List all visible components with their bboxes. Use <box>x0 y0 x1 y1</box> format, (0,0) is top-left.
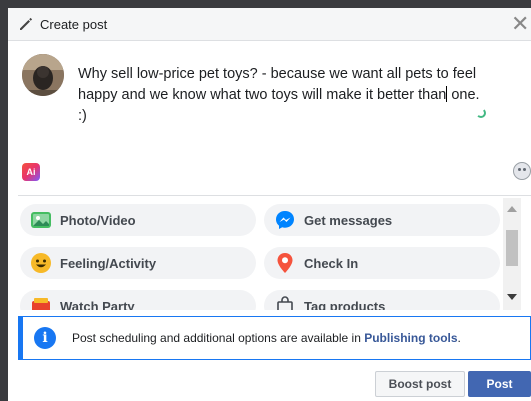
post-text-input[interactable]: Why sell low-price pet toys? - because w… <box>78 64 518 127</box>
post-button[interactable]: Post <box>468 371 531 397</box>
option-label: Check In <box>304 255 359 271</box>
boost-post-button[interactable]: Boost post <box>375 371 465 397</box>
post-text-line-2b: one. <box>451 87 480 103</box>
info-suffix: . <box>457 331 461 345</box>
option-label: Watch Party <box>60 298 135 311</box>
post-options-grid: Photo/Video Get messages Feeling/Activit… <box>8 198 508 310</box>
info-icon: i <box>34 327 56 349</box>
option-get-messages[interactable]: Get messages <box>264 204 500 236</box>
post-text-line-3: :) <box>78 108 87 124</box>
dialog-header: Create post ✕ <box>8 8 531 41</box>
smiley-icon <box>30 252 52 274</box>
scroll-up-icon[interactable] <box>507 206 517 212</box>
shopping-bag-icon <box>274 295 296 310</box>
close-icon[interactable]: ✕ <box>511 12 531 36</box>
info-text: Post scheduling and additional options a… <box>72 331 461 345</box>
composer-tools: Ai <box>8 158 531 194</box>
scroll-down-icon[interactable] <box>507 294 517 300</box>
pencil-icon <box>18 16 34 32</box>
messenger-icon <box>274 209 296 231</box>
publishing-info-banner: i Post scheduling and additional options… <box>18 316 531 360</box>
location-pin-icon <box>274 252 296 274</box>
option-label: Tag products <box>304 298 386 311</box>
option-label: Photo/Video <box>60 212 136 228</box>
option-photo-video[interactable]: Photo/Video <box>20 204 256 236</box>
option-tag-products[interactable]: Tag products <box>264 290 500 310</box>
emoji-icon[interactable] <box>513 162 531 180</box>
app-icon[interactable]: Ai <box>22 163 40 181</box>
photo-video-icon <box>30 209 52 231</box>
post-text-line-1: Why sell low-price pet toys? - because w… <box>78 66 477 82</box>
dialog-title: Create post <box>40 16 108 32</box>
post-text-line-2a: happy and we know what two toys will mak… <box>78 87 447 103</box>
scroll-thumb[interactable] <box>506 230 518 266</box>
loading-spinner-icon <box>476 108 486 118</box>
info-message: Post scheduling and additional options a… <box>72 331 365 345</box>
divider <box>18 195 531 196</box>
avatar[interactable] <box>22 54 64 96</box>
text-cursor <box>446 86 448 102</box>
option-check-in[interactable]: Check In <box>264 247 500 279</box>
option-label: Feeling/Activity <box>60 255 157 271</box>
option-feeling-activity[interactable]: Feeling/Activity <box>20 247 256 279</box>
option-label: Get messages <box>304 212 393 228</box>
options-scrollbar[interactable] <box>503 198 521 310</box>
watch-party-icon <box>30 295 52 310</box>
create-post-dialog: Create post ✕ Why sell low-price pet toy… <box>8 8 531 401</box>
publishing-tools-link[interactable]: Publishing tools <box>364 331 457 345</box>
option-watch-party[interactable]: Watch Party <box>20 290 256 310</box>
